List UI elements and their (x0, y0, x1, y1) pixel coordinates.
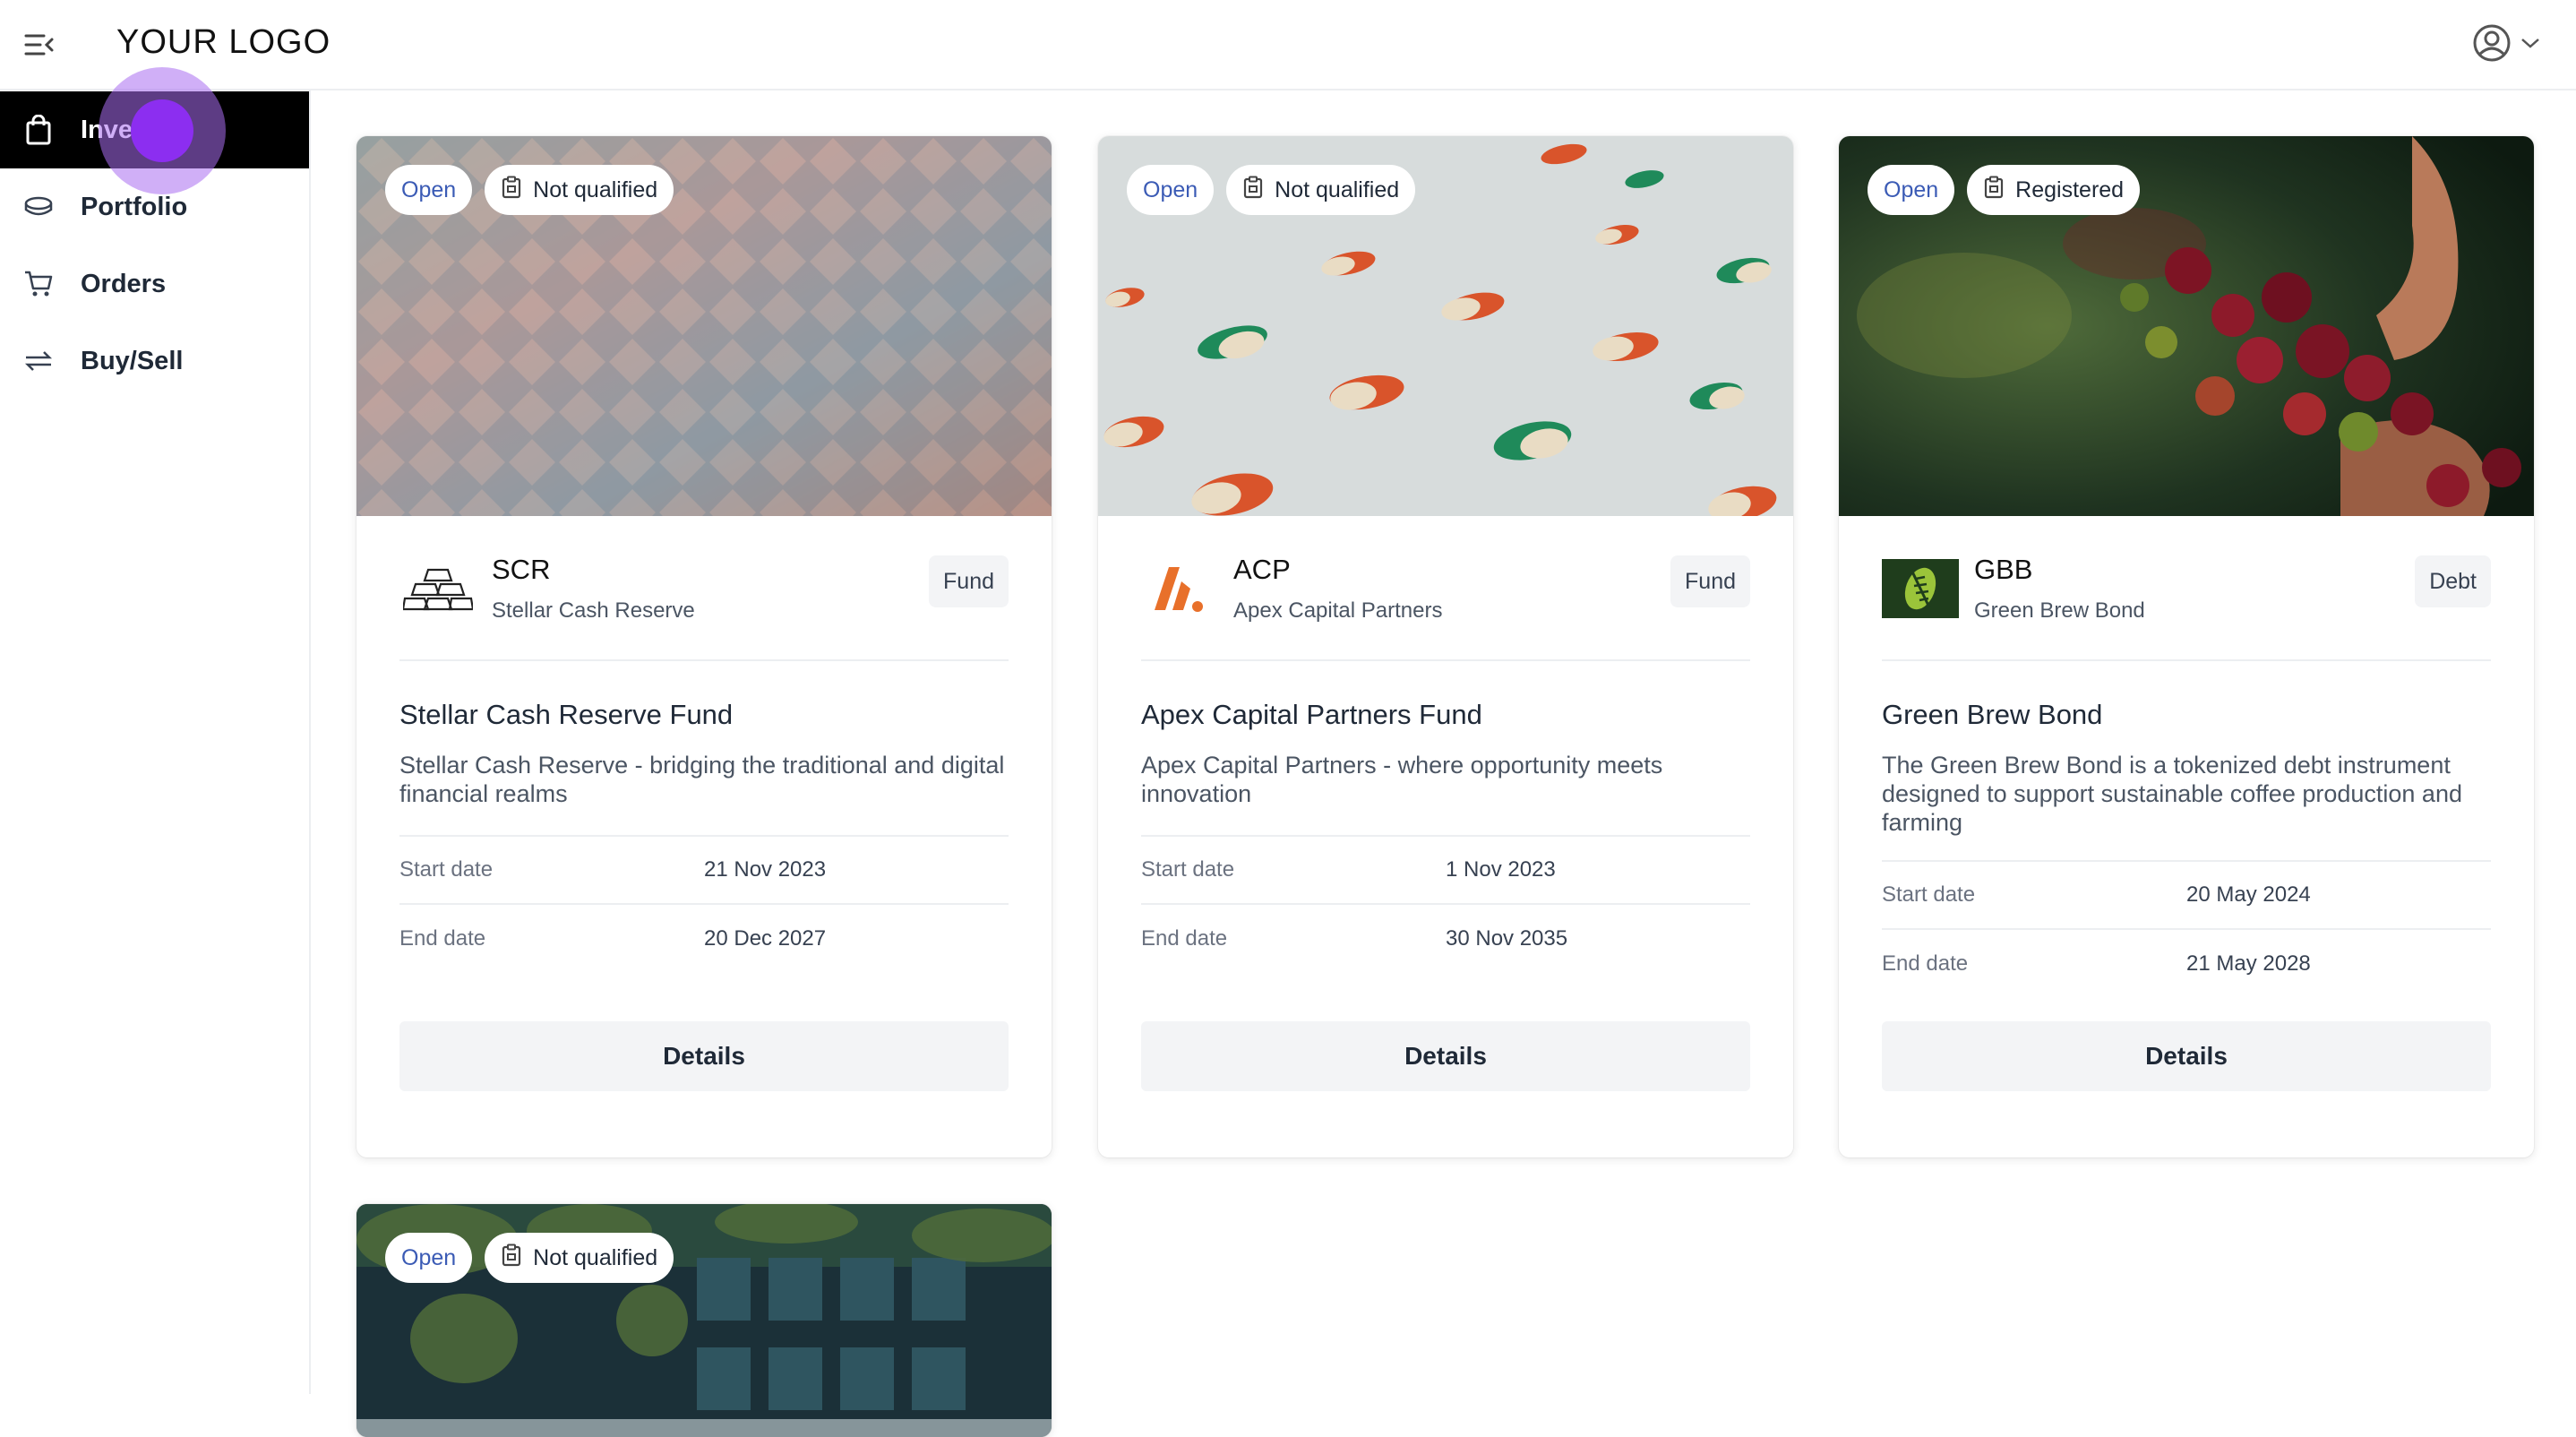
sidebar-item-label: Orders (81, 269, 167, 298)
top-bar: YOUR LOGO (0, 0, 2576, 90)
card-image-building: Open Not qualified (356, 1204, 1052, 1437)
card-title: Apex Capital Partners Fund (1141, 699, 1482, 730)
clipboard-icon (501, 176, 522, 205)
coins-icon (23, 192, 54, 222)
issuer-code: GBB (1974, 554, 2033, 585)
investment-card: Open Registered GBB Green Brew Bond Debt… (1839, 136, 2534, 1157)
sidebar-item-buy-sell[interactable]: Buy/Sell (0, 323, 309, 400)
details-button[interactable]: Details (399, 1021, 1009, 1091)
qualification-badge: Not qualified (485, 165, 674, 215)
issuer-name: Apex Capital Partners (1233, 598, 1443, 623)
issuer-code: ACP (1233, 554, 1291, 585)
menu-collapse-icon[interactable] (21, 27, 57, 63)
sidebar-item-label: Portfolio (81, 192, 188, 221)
start-date-row: Start date 20 May 2024 (1882, 862, 2491, 930)
investment-card: Open Not qualified SCR Stellar Cash Rese… (356, 136, 1052, 1157)
sidebar-item-orders[interactable]: Orders (0, 245, 309, 323)
logo[interactable]: YOUR LOGO (116, 23, 331, 62)
investment-card: Open Not qualified (356, 1204, 1052, 1437)
card-title: Green Brew Bond (1882, 699, 2103, 730)
clipboard-icon (1242, 176, 1264, 205)
status-badge: Open (1127, 165, 1215, 215)
end-date-row: End date 30 Nov 2035 (1141, 926, 1568, 951)
status-badge: Open (385, 1233, 473, 1283)
qualification-badge: Not qualified (1226, 165, 1416, 215)
card-image-coffee: Open Registered (1839, 136, 2534, 516)
swap-icon (23, 346, 54, 376)
end-date-row: End date 20 Dec 2027 (399, 926, 827, 951)
details-button[interactable]: Details (1882, 1021, 2491, 1091)
status-badge: Open (385, 165, 473, 215)
start-date-row: Start date 1 Nov 2023 (1141, 837, 1750, 905)
card-title: Stellar Cash Reserve Fund (399, 699, 734, 730)
issuer-logo (1141, 557, 1218, 620)
end-date-row: End date 21 May 2028 (1882, 951, 2311, 976)
issuer-name: Stellar Cash Reserve (492, 598, 695, 623)
qualification-badge: Registered (1967, 165, 2141, 215)
user-avatar-icon (2472, 23, 2512, 67)
chevron-down-icon (2520, 37, 2540, 54)
issuer-name: Green Brew Bond (1974, 598, 2145, 623)
card-description: Apex Capital Partners - where opportunit… (1141, 752, 1663, 807)
sidebar-item-label: Buy/Sell (81, 346, 184, 375)
status-badge: Open (1868, 165, 1955, 215)
sidebar-item-label: Invest (81, 115, 156, 144)
sidebar-item-portfolio[interactable]: Portfolio (0, 168, 309, 245)
type-tag: Fund (929, 555, 1009, 607)
issuer-logo (1882, 557, 1959, 620)
details-button[interactable]: Details (1141, 1021, 1750, 1091)
investment-card: Open Not qualified ACP Apex Capital Part… (1098, 136, 1793, 1157)
bag-icon (23, 115, 54, 145)
issuer-code: SCR (492, 554, 551, 585)
type-tag: Fund (1670, 555, 1750, 607)
sidebar-item-invest[interactable]: Invest (0, 91, 309, 168)
cart-icon (23, 269, 54, 299)
type-tag: Debt (2415, 555, 2491, 607)
user-menu[interactable] (2472, 22, 2558, 68)
sidebar: Invest Portfolio Orders Buy/Sell (0, 67, 311, 1394)
clipboard-icon (501, 1243, 522, 1273)
card-image-tiles: Open Not qualified (356, 136, 1052, 516)
card-description: The Green Brew Bond is a tokenized debt … (1882, 752, 2462, 836)
card-description: Stellar Cash Reserve - bridging the trad… (399, 752, 1005, 807)
clipboard-icon (1983, 176, 2005, 205)
start-date-row: Start date 21 Nov 2023 (399, 837, 1009, 905)
issuer-logo (399, 557, 477, 620)
qualification-badge: Not qualified (485, 1233, 674, 1283)
card-image-coins: Open Not qualified (1098, 136, 1793, 516)
